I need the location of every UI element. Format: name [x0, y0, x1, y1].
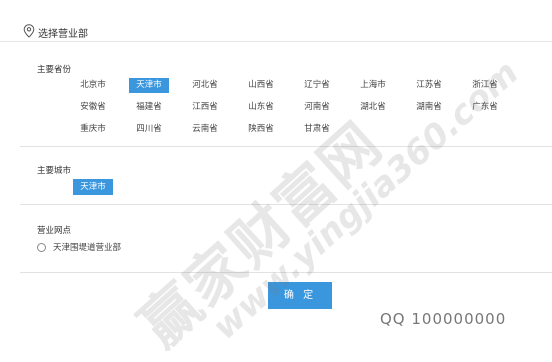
province-option[interactable]: 山西省: [241, 78, 281, 93]
branch-section: [20, 205, 552, 273]
province-option[interactable]: 河南省: [297, 100, 337, 115]
province-option[interactable]: 湖南省: [409, 100, 449, 115]
province-option[interactable]: 湖北省: [353, 100, 393, 115]
province-option[interactable]: 云南省: [185, 122, 225, 137]
branch-option-label[interactable]: 天津围堤道营业部: [53, 241, 121, 253]
branch-section-label: 营业网点: [37, 226, 72, 236]
province-option[interactable]: 四川省: [129, 122, 169, 137]
confirm-button[interactable]: 确 定: [268, 282, 332, 309]
footer-qq-text: QQ 100000000: [380, 310, 507, 328]
province-option[interactable]: 重庆市: [73, 122, 113, 137]
province-option[interactable]: 北京市: [73, 78, 113, 93]
dialog-header: 选择营业部: [0, 0, 552, 42]
location-pin-icon: [23, 24, 35, 38]
province-option[interactable]: 安徽省: [73, 100, 113, 115]
province-option[interactable]: 浙江省: [465, 78, 505, 93]
branch-radio-button[interactable]: [37, 243, 46, 252]
province-option[interactable]: 甘肃省: [297, 122, 337, 137]
province-option[interactable]: 河北省: [185, 78, 225, 93]
province-option[interactable]: 辽宁省: [297, 78, 337, 93]
province-option[interactable]: 上海市: [353, 78, 393, 93]
province-option[interactable]: 天津市: [129, 78, 169, 93]
province-option[interactable]: 广东省: [465, 100, 505, 115]
province-option[interactable]: 陕西省: [241, 122, 281, 137]
province-option[interactable]: 福建省: [129, 100, 169, 115]
city-section: [20, 147, 552, 205]
dialog-title: 选择营业部: [38, 29, 88, 40]
city-option-tianjin[interactable]: 天津市: [73, 179, 113, 195]
province-section-label: 主要省份: [37, 65, 72, 75]
province-option[interactable]: 江苏省: [409, 78, 449, 93]
province-option[interactable]: 江西省: [185, 100, 225, 115]
city-section-label: 主要城市: [37, 166, 72, 176]
province-option[interactable]: 山东省: [241, 100, 281, 115]
